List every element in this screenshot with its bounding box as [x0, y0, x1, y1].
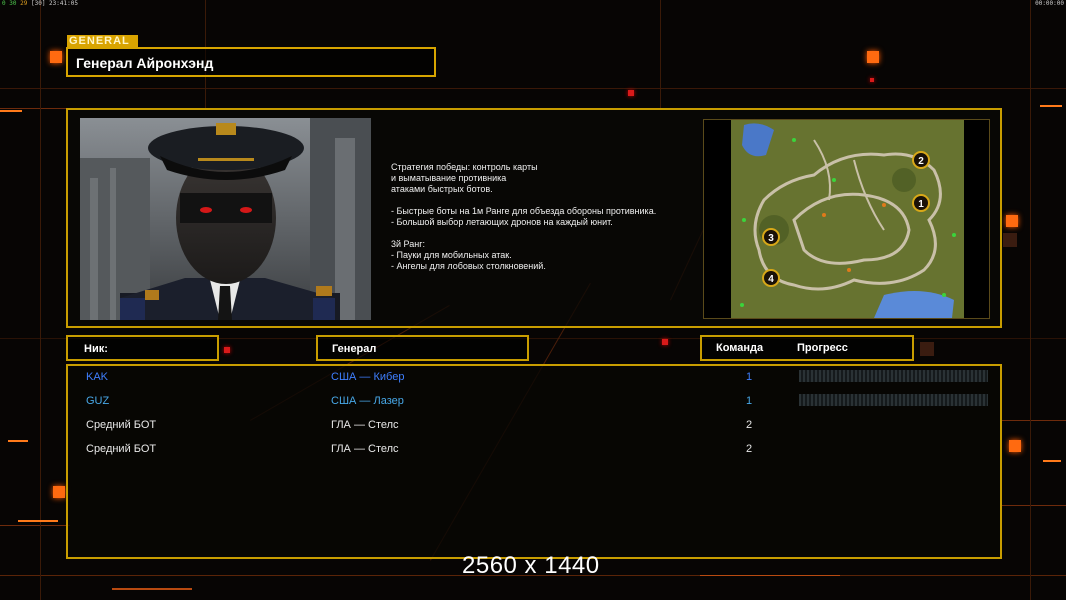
resolution-overlay: 2560 x 1440 [462, 552, 600, 579]
player-team: 2 [745, 443, 753, 455]
loading-progress-bar [799, 370, 988, 382]
header-team-progress: Команда Прогресс [700, 335, 914, 361]
strategy-line: - Ангелы для лобовых столкновений. [391, 261, 546, 271]
spawn-marker-4: 4 [762, 269, 780, 287]
header-team: Команда [716, 342, 764, 354]
svg-text:4: 4 [768, 274, 774, 285]
fps-readout: 0 30 29 [30] 23:41:05 [2, 0, 78, 7]
player-general: ГЛА — Стелс [331, 419, 399, 431]
svg-text:3: 3 [768, 233, 774, 244]
map-preview[interactable]: 2 1 3 4 [703, 119, 990, 319]
debug-status-bar: 0 30 29 [30] 23:41:05 00:00:00 [0, 0, 1066, 8]
clock-readout: 23:41:05 [49, 0, 78, 7]
strategy-line: - Быстрые боты на 1м Ранге для объезда о… [391, 206, 657, 216]
header-nick: Ник: [66, 335, 219, 361]
loading-progress-bar [799, 394, 988, 406]
general-portrait [80, 118, 371, 320]
player-team: 2 [745, 419, 753, 431]
strategy-line: атаками быстрых ботов. [391, 184, 493, 194]
strategy-line: ​ [391, 195, 701, 206]
strategy-line: 3й Ранг: [391, 239, 425, 249]
player-team: 1 [745, 395, 753, 407]
player-nick: Средний БОТ [86, 443, 157, 455]
strategy-line: ​ [391, 228, 701, 239]
header-progress: Прогресс [797, 342, 848, 354]
spawn-marker-3: 3 [762, 228, 780, 246]
general-title-box: Генерал Айронхэнд [66, 47, 436, 77]
player-row[interactable]: KAK США — Кибер 1 [68, 368, 1000, 388]
player-nick: Средний БОТ [86, 419, 157, 431]
spawn-marker-1: 1 [912, 194, 930, 212]
header-general: Генерал [316, 335, 529, 361]
spawn-marker-2: 2 [912, 151, 930, 169]
strategy-line: - Большой выбор летающих дронов на кажды… [391, 217, 613, 227]
general-name: Генерал Айронхэнд [76, 55, 214, 71]
svg-text:2: 2 [918, 156, 924, 167]
player-general: США — Кибер [331, 371, 405, 383]
general-tag: GENERAL [67, 35, 138, 47]
player-row[interactable]: Средний БОТ ГЛА — Стелс 2 [68, 416, 1000, 436]
svg-text:1: 1 [918, 199, 924, 210]
player-team: 1 [745, 371, 753, 383]
game-timer: 00:00:00 [1035, 0, 1064, 7]
player-general: ГЛА — Стелс [331, 443, 399, 455]
player-row[interactable]: GUZ США — Лазер 1 [68, 392, 1000, 412]
player-list: KAK США — Кибер 1 GUZ США — Лазер 1 Сред… [66, 364, 1002, 559]
player-general: США — Лазер [331, 395, 404, 407]
strategy-line: Стратегия победы: контроль карты [391, 162, 538, 172]
strategy-description: Стратегия победы: контроль карты и вымат… [391, 162, 701, 272]
player-row[interactable]: Средний БОТ ГЛА — Стелс 2 [68, 440, 1000, 460]
player-nick: KAK [86, 371, 109, 383]
strategy-line: и выматывание противника [391, 173, 507, 183]
player-nick: GUZ [86, 395, 110, 407]
strategy-line: - Пауки для мобильных атак. [391, 250, 512, 260]
